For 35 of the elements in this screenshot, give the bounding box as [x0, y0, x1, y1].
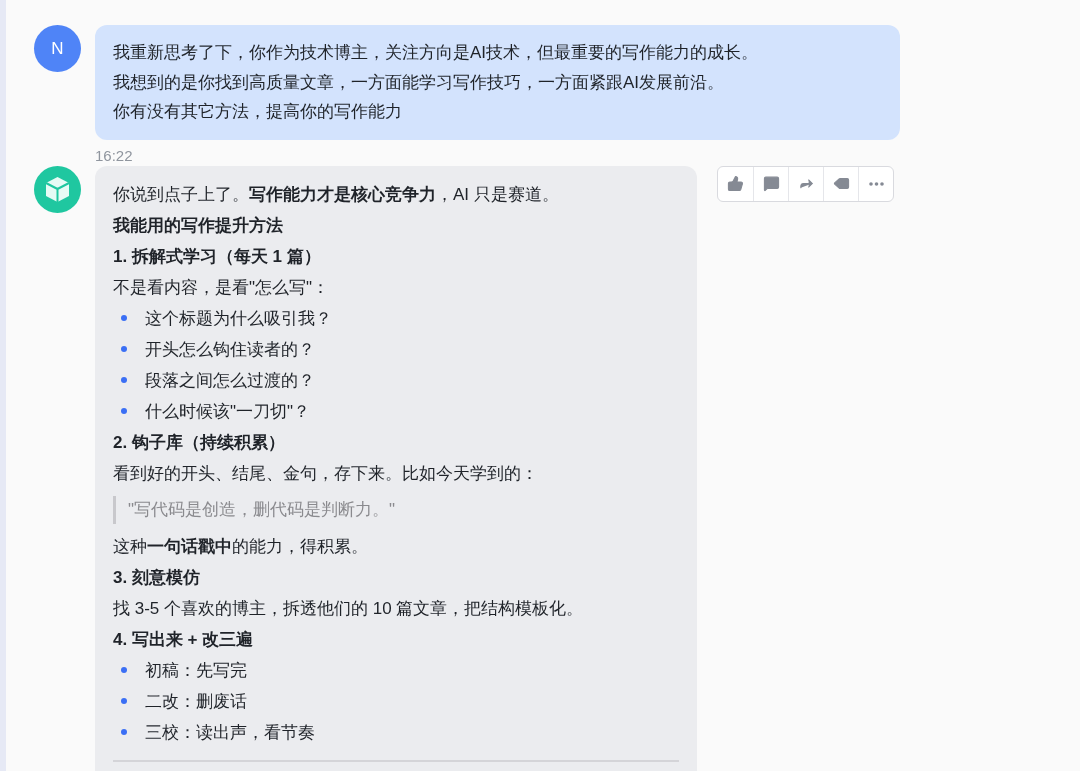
message-heading: 4. 写出来 + 改三遍: [113, 628, 255, 651]
bullet-text: 二改：删废话: [145, 690, 247, 713]
bullet-icon: [121, 698, 127, 704]
bullet-text: 什么时候该"一刀切"？: [145, 400, 311, 423]
more-icon: [868, 181, 884, 186]
message-heading: 2. 钩子库（持续积累）: [113, 431, 286, 454]
bullet-text: 段落之间怎么过渡的？: [145, 369, 315, 392]
bullet-icon: [121, 346, 127, 352]
bullet-text: 初稿：先写完: [145, 659, 247, 682]
message-paragraph: 你说到点子上了。写作能力才是核心竞争力，AI 只是赛道。: [113, 183, 560, 206]
bullet-icon: [121, 377, 127, 383]
quote-block: "写代码是创造，删代码是判断力。": [113, 495, 679, 524]
message-heading: 我能用的写作提升方法: [113, 214, 284, 237]
message-heading: 1. 拆解式学习（每天 1 篇）: [113, 245, 322, 268]
cube-avatar-icon: [34, 165, 81, 213]
bullet-icon: [121, 667, 127, 673]
like-icon: [727, 175, 744, 192]
quote-icon: [832, 175, 850, 192]
message-line: 我重新思考了下，你作为技术博主，关注方向是AI技术，但最重要的写作能力的成长。: [113, 42, 760, 64]
bullet-icon: [121, 315, 127, 321]
message-paragraph: 看到好的开头、结尾、金句，存下来。比如今天学到的：: [113, 462, 539, 485]
message-line: 你有没有其它方法，提高你的写作能力: [113, 101, 403, 123]
message-paragraph: 这种一句话戳中的能力，得积累。: [113, 535, 369, 558]
comment-icon: [762, 175, 780, 192]
message-heading: 3. 刻意模仿: [113, 566, 201, 589]
bullet-icon: [121, 408, 127, 414]
message-paragraph: 找 3-5 个喜欢的博主，拆透他们的 10 篇文章，把结构模板化。: [113, 597, 585, 620]
bullet-text: 三校：读出声，看节奏: [145, 721, 315, 744]
message-line: 我想到的是你找到高质量文章，一方面能学习写作技巧，一方面紧跟AI发展前沿。: [113, 71, 726, 94]
message-paragraph: 不是看内容，是看"怎么写"：: [113, 276, 331, 299]
bullet-text: 这个标题为什么吸引我？: [145, 307, 332, 330]
bullet-text: 开头怎么钩住读者的？: [145, 338, 315, 361]
user-avatar: N: [34, 25, 81, 72]
bullet-icon: [121, 729, 127, 735]
message-time: 16:22: [95, 145, 134, 166]
